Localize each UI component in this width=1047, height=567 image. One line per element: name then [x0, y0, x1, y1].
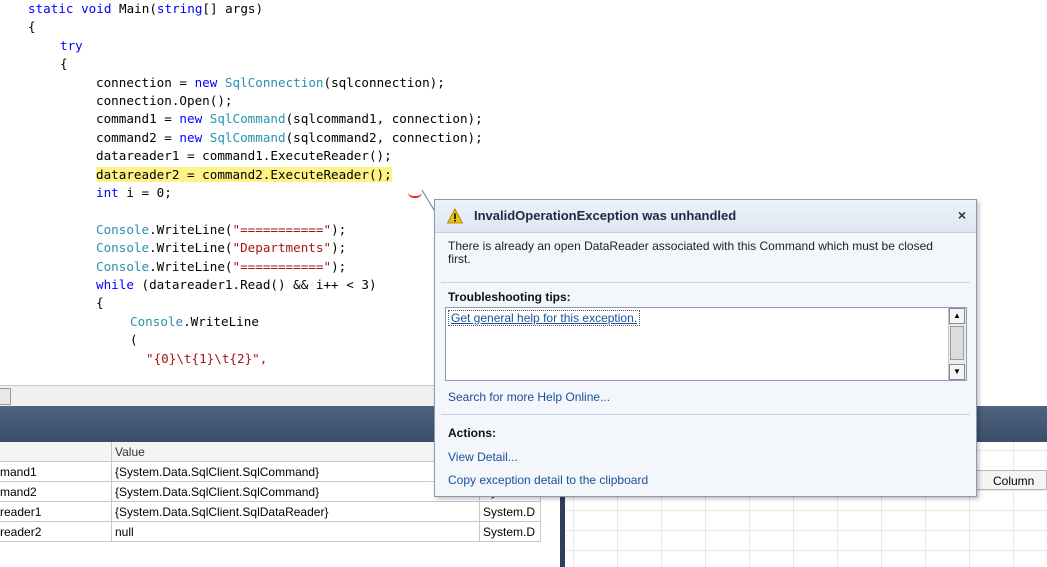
code-line[interactable]: connection.Open();	[96, 92, 232, 110]
scrollbar-thumb[interactable]	[950, 326, 964, 360]
table-row[interactable]: reader2 null System.D	[0, 522, 541, 543]
code-line[interactable]: connection = new SqlConnection(sqlconnec…	[96, 74, 445, 92]
variable-name: mand2	[0, 482, 112, 502]
code-token: Console	[96, 240, 150, 256]
code-line[interactable]: {	[28, 18, 36, 36]
code-token: try	[60, 37, 83, 53]
variable-type: System.D	[480, 502, 541, 522]
code-token: new	[194, 74, 225, 90]
code-token: .WriteLine(	[149, 221, 233, 237]
code-token: (datareader1.Read() && i++ < 3)	[141, 277, 377, 292]
code-token: [] args)	[202, 1, 264, 16]
code-token: SqlConnection	[224, 74, 324, 90]
code-token: i = 0;	[126, 185, 172, 200]
code-token: new	[179, 111, 210, 127]
code-line[interactable]: Console.WriteLine("Departments");	[96, 239, 346, 257]
code-token: (	[130, 332, 138, 348]
code-token: static void	[28, 1, 119, 16]
troubleshooting-tips-list[interactable]: Get general help for this exception. ▲ ▼	[445, 307, 967, 381]
code-line[interactable]: try	[60, 37, 83, 55]
editor-horizontal-scrollbar[interactable]	[0, 385, 440, 406]
scroll-down-button[interactable]: ▼	[949, 364, 965, 380]
column-header[interactable]: Column	[976, 470, 1047, 490]
code-token: command2 =	[96, 129, 180, 145]
name-column-header[interactable]	[0, 442, 112, 462]
code-token: (sqlcommand2, connection);	[285, 129, 483, 145]
scrollbar-thumb[interactable]	[0, 388, 11, 405]
code-line[interactable]: (	[130, 331, 138, 349]
code-line[interactable]: command1 = new SqlCommand(sqlcommand1, c…	[96, 110, 483, 128]
scroll-up-button[interactable]: ▲	[949, 308, 965, 324]
code-token: {	[60, 56, 68, 72]
code-token: Main(	[119, 1, 157, 16]
variable-name: mand1	[0, 462, 112, 482]
code-token: .WriteLine(	[149, 258, 233, 274]
warning-icon	[447, 208, 463, 224]
code-line[interactable]: "{0}\t{1}\t{2}",	[146, 350, 267, 368]
exception-title: InvalidOperationException was unhandled	[474, 208, 737, 223]
code-token: Console	[96, 258, 150, 274]
exception-assistant-dialog: InvalidOperationException was unhandled …	[434, 199, 977, 497]
variable-type: System.D	[480, 522, 541, 542]
code-token: {	[96, 295, 104, 311]
code-token: Console	[130, 313, 184, 329]
code-token: "{0}\t{1}\t{2}",	[146, 350, 268, 366]
variable-value[interactable]: {System.Data.SqlClient.SqlDataReader}	[112, 502, 480, 522]
close-button[interactable]: ×	[953, 206, 971, 224]
code-line[interactable]: {	[60, 55, 68, 73]
code-token: .WriteLine(	[149, 240, 233, 256]
code-line[interactable]: while (datareader1.Read() && i++ < 3)	[96, 276, 377, 294]
code-token: "==========="	[232, 258, 332, 274]
code-token: datareader1 = command1.ExecuteReader();	[96, 148, 392, 164]
code-token: SqlCommand	[209, 129, 286, 145]
variable-value[interactable]: {System.Data.SqlClient.SqlCommand}	[112, 462, 480, 482]
code-line[interactable]: Console.WriteLine("===========");	[96, 221, 346, 239]
code-line[interactable]: datareader1 = command1.ExecuteReader();	[96, 147, 392, 165]
value-column-header[interactable]: Value	[112, 442, 480, 462]
divider	[441, 282, 970, 283]
code-token: );	[331, 221, 347, 237]
code-token: "==========="	[232, 221, 332, 237]
code-token: int	[96, 185, 127, 200]
code-token: {	[28, 19, 36, 35]
code-token: datareader2 = command2.ExecuteReader();	[96, 166, 392, 182]
code-token: command1 =	[96, 111, 180, 127]
troubleshooting-tips-label: Troubleshooting tips:	[448, 290, 571, 304]
code-line[interactable]: datareader2 = command2.ExecuteReader();	[96, 166, 392, 184]
variable-name: reader1	[0, 502, 112, 522]
code-token: (sqlcommand1, connection);	[285, 111, 483, 127]
code-token: new	[179, 129, 210, 145]
code-token: );	[331, 240, 347, 256]
code-token: connection.Open();	[96, 93, 233, 108]
variable-value[interactable]: {System.Data.SqlClient.SqlCommand}	[112, 482, 480, 502]
code-token: connection =	[96, 74, 195, 90]
code-token: string	[156, 1, 203, 16]
code-token: );	[331, 258, 347, 274]
exception-title-bar: InvalidOperationException was unhandled …	[435, 200, 976, 233]
exception-squiggle	[408, 192, 422, 198]
divider	[441, 414, 970, 415]
variable-value[interactable]: null	[112, 522, 480, 542]
code-token: SqlCommand	[209, 111, 286, 127]
code-token: Console	[96, 221, 150, 237]
search-help-online-link[interactable]: Search for more Help Online...	[448, 390, 610, 404]
code-token: .WriteLine	[183, 313, 259, 329]
tips-scrollbar[interactable]: ▲ ▼	[948, 308, 966, 380]
code-line[interactable]: {	[96, 294, 104, 312]
general-help-link[interactable]: Get general help for this exception.	[448, 310, 641, 326]
copy-exception-detail-link[interactable]: Copy exception detail to the clipboard	[448, 473, 648, 487]
actions-label: Actions:	[448, 426, 496, 440]
code-token: "Departments"	[232, 240, 332, 256]
variable-name: reader2	[0, 522, 112, 542]
code-line[interactable]: Console.WriteLine("===========");	[96, 258, 346, 276]
code-token: (sqlconnection);	[323, 74, 445, 90]
code-line[interactable]: int i = 0;	[96, 184, 172, 202]
table-row[interactable]: reader1 {System.Data.SqlClient.SqlDataRe…	[0, 502, 541, 523]
exception-message: There is already an open DataReader asso…	[448, 239, 933, 266]
code-line[interactable]: static void Main(string[] args)	[28, 0, 263, 18]
view-detail-link[interactable]: View Detail...	[448, 450, 518, 464]
code-line[interactable]: command2 = new SqlCommand(sqlcommand2, c…	[96, 129, 483, 147]
code-line[interactable]: Console.WriteLine	[130, 313, 259, 331]
code-token: while	[96, 277, 142, 292]
